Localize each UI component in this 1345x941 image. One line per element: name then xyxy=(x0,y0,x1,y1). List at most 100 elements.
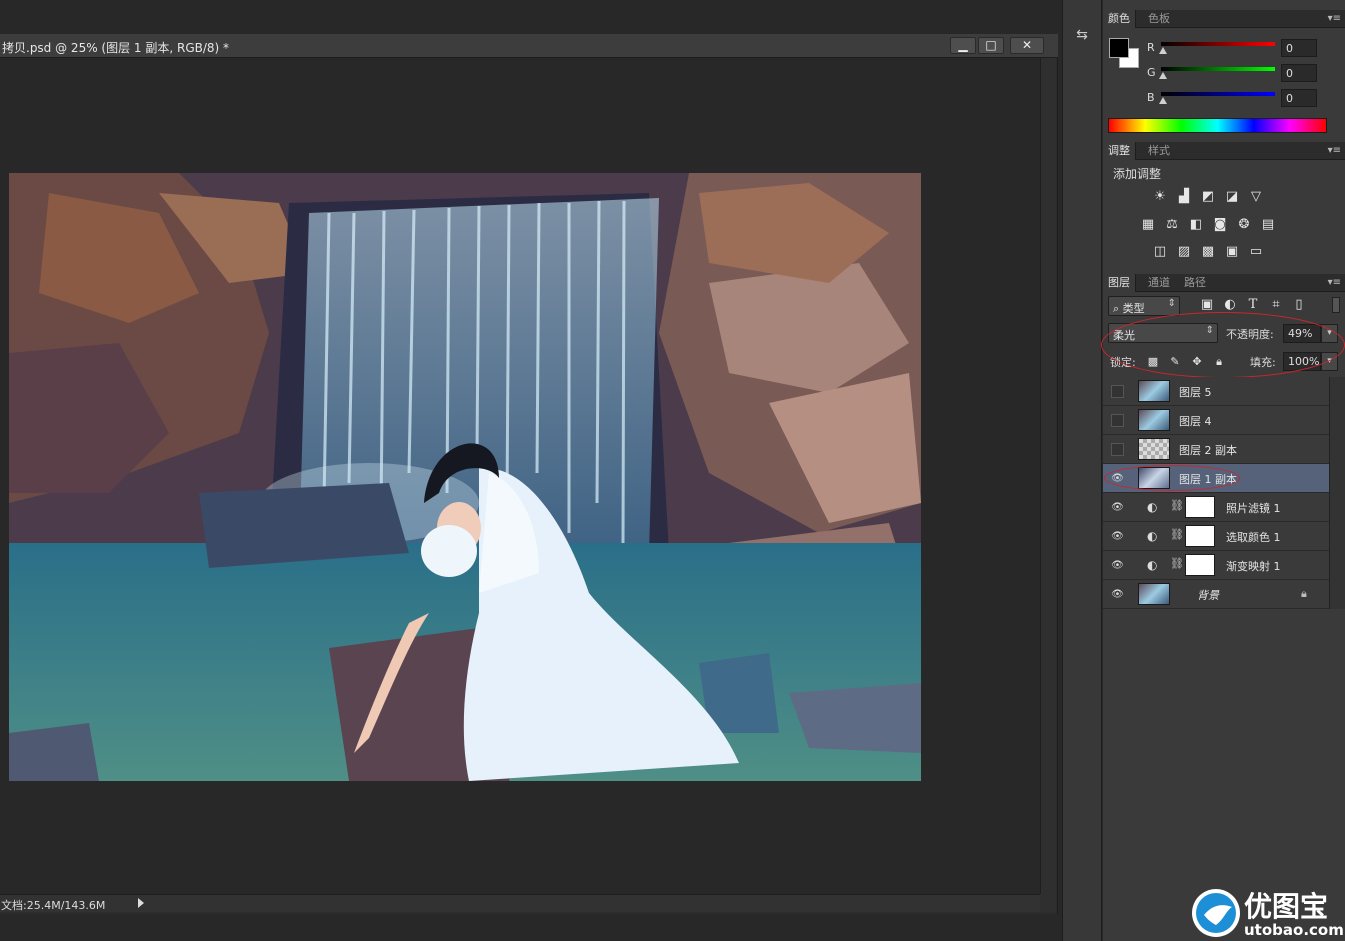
visibility-toggle[interactable] xyxy=(1111,385,1124,398)
layer-row[interactable]: 👁︎ ◐ ⛓ 选取颜色 1 xyxy=(1103,522,1329,551)
link-icon[interactable]: ⛓ xyxy=(1170,528,1184,541)
tab-adjustments[interactable]: 调整 xyxy=(1103,142,1136,160)
maximize-button[interactable]: □ xyxy=(978,37,1004,54)
maximize-icon: □ xyxy=(985,38,997,52)
layer-row[interactable]: 图层 5 xyxy=(1103,377,1329,406)
filter-toggle-switch[interactable] xyxy=(1332,297,1340,313)
layer-name: 背景 xyxy=(1197,589,1219,602)
invert-icon[interactable]: ◫ xyxy=(1152,245,1168,259)
layer-mask-thumbnail xyxy=(1185,496,1215,518)
bird-logo-icon xyxy=(1192,889,1240,937)
visibility-toggle[interactable] xyxy=(1111,414,1124,427)
layer-mask-thumbnail xyxy=(1185,554,1215,576)
history-icon[interactable]: ⇆ xyxy=(1071,24,1093,46)
layer-name: 图层 5 xyxy=(1179,386,1212,399)
resize-grip[interactable] xyxy=(1040,894,1056,912)
eye-icon[interactable]: 👁︎ xyxy=(1111,501,1124,514)
brightness-icon[interactable]: ☀ xyxy=(1152,190,1168,204)
tab-channels[interactable]: 通道 xyxy=(1143,274,1175,292)
vibrance-icon[interactable]: ▽ xyxy=(1248,190,1264,204)
layer-thumbnail xyxy=(1138,380,1170,402)
tab-paths[interactable]: 路径 xyxy=(1179,274,1211,292)
channel-label-b: B xyxy=(1147,91,1155,104)
layer-name: 照片滤镜 1 xyxy=(1226,502,1281,515)
foreground-color-swatch[interactable] xyxy=(1109,38,1129,58)
minimize-button[interactable]: ▁ xyxy=(950,37,976,54)
blue-slider[interactable] xyxy=(1161,92,1275,96)
color-lookup-icon[interactable]: ▤ xyxy=(1260,218,1276,232)
layer-row[interactable]: 图层 4 xyxy=(1103,406,1329,435)
status-bar: 文档:25.4M/143.6M xyxy=(0,894,1040,912)
tab-color[interactable]: 颜色 xyxy=(1103,10,1136,28)
filter-type-icon[interactable]: T xyxy=(1245,298,1261,312)
green-slider[interactable] xyxy=(1161,67,1275,71)
adjustment-layer-icon: ◐ xyxy=(1147,558,1158,572)
eye-icon[interactable]: 👁︎ xyxy=(1111,559,1124,572)
document-titlebar[interactable]: 拷贝.psd @ 25% (图层 1 副本, RGB/8) * ▁ □ ✕ xyxy=(0,34,1058,58)
eye-icon[interactable]: 👁︎ xyxy=(1111,588,1124,601)
search-icon: ⌕ xyxy=(1113,302,1123,315)
layer-thumbnail xyxy=(1138,583,1170,605)
annotation-ellipse xyxy=(1101,312,1345,378)
photoshop-window: 拷贝.psd @ 25% (图层 1 副本, RGB/8) * ▁ □ ✕ 文档… xyxy=(0,0,1345,941)
channel-label-r: R xyxy=(1147,41,1155,54)
watermark-url: utobao.com xyxy=(1244,921,1344,939)
red-value-field[interactable]: 0 xyxy=(1281,39,1317,57)
layer-thumbnail xyxy=(1138,438,1170,460)
layer-row[interactable]: 图层 2 副本 xyxy=(1103,435,1329,464)
layer-row[interactable]: 👁︎ ◐ ⛓ 照片滤镜 1 xyxy=(1103,493,1329,522)
gradient-map-icon[interactable]: ▣ xyxy=(1224,245,1240,259)
red-slider[interactable] xyxy=(1161,42,1275,46)
selective-color-icon[interactable]: ▭ xyxy=(1248,245,1264,259)
green-value-field[interactable]: 0 xyxy=(1281,64,1317,82)
link-icon[interactable]: ⛓ xyxy=(1170,499,1184,512)
threshold-icon[interactable]: ▩ xyxy=(1200,245,1216,259)
panel-menu-icon[interactable]: ▾≡ xyxy=(1328,277,1341,288)
vertical-scrollbar[interactable] xyxy=(1040,58,1056,894)
filter-shape-icon[interactable]: ⌗ xyxy=(1268,298,1284,312)
document-size-status: 文档:25.4M/143.6M xyxy=(1,899,106,912)
close-icon: ✕ xyxy=(1021,38,1033,52)
status-menu-arrow-icon[interactable] xyxy=(138,898,144,908)
tab-layers[interactable]: 图层 xyxy=(1103,274,1136,292)
layer-name: 图层 4 xyxy=(1179,415,1212,428)
levels-icon[interactable]: ▟ xyxy=(1176,190,1192,204)
tab-styles[interactable]: 样式 xyxy=(1143,142,1175,160)
panel-menu-icon[interactable]: ▾≡ xyxy=(1328,145,1341,156)
color-spectrum-bar[interactable] xyxy=(1108,118,1327,133)
blue-value-field[interactable]: 0 xyxy=(1281,89,1317,107)
black-white-icon[interactable]: ◧ xyxy=(1188,218,1204,232)
layer-row-selected[interactable]: 👁︎ 图层 1 副本 xyxy=(1103,464,1329,493)
layer-mask-thumbnail xyxy=(1185,525,1215,547)
lock-icon: 🔒︎ xyxy=(1301,587,1307,600)
blue-slider-knob[interactable] xyxy=(1159,97,1167,104)
layer-list: 图层 5 图层 4 图层 2 副本 👁︎ 图层 1 副本 👁︎ ◐ ⛓ 照片滤镜… xyxy=(1103,377,1345,917)
channel-mixer-icon[interactable]: ❂ xyxy=(1236,218,1252,232)
posterize-icon[interactable]: ▨ xyxy=(1176,245,1192,259)
filter-adjustment-icon[interactable]: ◐ xyxy=(1222,298,1238,312)
annotation-ellipse xyxy=(1104,465,1240,491)
layer-name: 渐变映射 1 xyxy=(1226,560,1281,573)
curves-icon[interactable]: ◩ xyxy=(1200,190,1216,204)
adjustments-panel-tabs: 调整 样式 ▾≡ xyxy=(1103,142,1345,160)
link-icon[interactable]: ⛓ xyxy=(1170,557,1184,570)
exposure-icon[interactable]: ◪ xyxy=(1224,190,1240,204)
green-slider-knob[interactable] xyxy=(1159,72,1167,79)
eye-icon[interactable]: 👁︎ xyxy=(1111,530,1124,543)
filter-pixel-icon[interactable]: ▣ xyxy=(1199,298,1215,312)
filter-smart-object-icon[interactable]: ▯ xyxy=(1291,298,1307,312)
layer-row[interactable]: 👁︎ 背景 🔒︎ xyxy=(1103,580,1329,609)
layer-filter-dropdown[interactable]: ⌕ 类型 ⇕ xyxy=(1108,296,1180,316)
close-button[interactable]: ✕ xyxy=(1010,37,1044,54)
tab-swatches[interactable]: 色板 xyxy=(1143,10,1175,28)
layer-row[interactable]: 👁︎ ◐ ⛓ 渐变映射 1 xyxy=(1103,551,1329,580)
layer-list-scrollbar[interactable] xyxy=(1329,377,1345,609)
color-balance-icon[interactable]: ⚖ xyxy=(1164,218,1180,232)
hue-saturation-icon[interactable]: ▦ xyxy=(1140,218,1156,232)
document-title: 拷贝.psd @ 25% (图层 1 副本, RGB/8) * xyxy=(2,41,230,55)
layers-panel-tabs: 图层 通道 路径 ▾≡ xyxy=(1103,274,1345,292)
red-slider-knob[interactable] xyxy=(1159,47,1167,54)
panel-menu-icon[interactable]: ▾≡ xyxy=(1328,13,1341,24)
photo-filter-icon[interactable]: ◙ xyxy=(1212,218,1228,232)
visibility-toggle[interactable] xyxy=(1111,443,1124,456)
